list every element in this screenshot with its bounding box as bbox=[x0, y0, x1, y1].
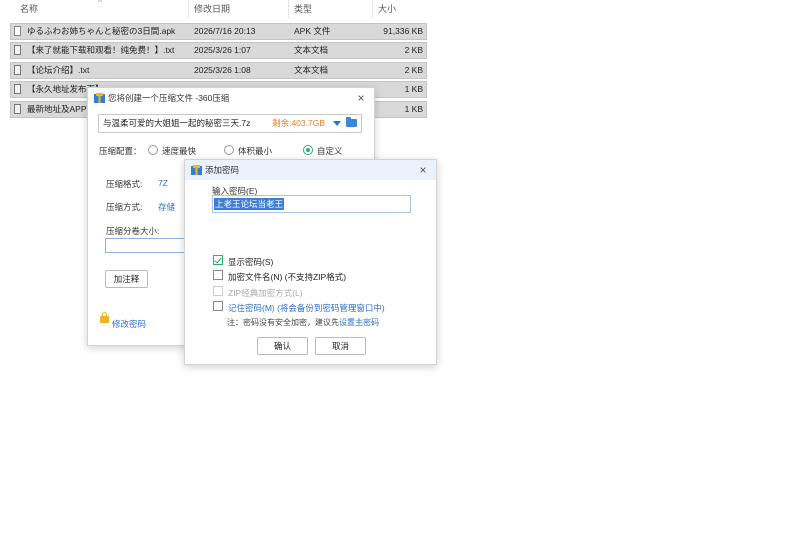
column-separator[interactable] bbox=[188, 0, 189, 18]
text-file-icon bbox=[14, 84, 21, 94]
method-value[interactable]: 存储 bbox=[158, 201, 175, 213]
password-dialog: 添加密码 × 输入密码(E) 上老王论坛当老王 显示密码(S) 加密文件名(N)… bbox=[184, 159, 437, 365]
archive-app-icon bbox=[94, 93, 105, 103]
config-label: 压缩配置： bbox=[99, 146, 142, 156]
chevron-down-icon[interactable] bbox=[333, 121, 341, 126]
encrypt-filenames-checkbox[interactable] bbox=[213, 270, 223, 280]
password-dialog-titlebar[interactable]: 添加密码 × bbox=[185, 160, 436, 180]
file-modified: 2026/7/16 20:13 bbox=[194, 26, 256, 36]
ok-button[interactable]: 确认 bbox=[257, 337, 308, 355]
file-icon bbox=[14, 26, 21, 36]
file-row[interactable]: 【论坛介绍】.txt 2025/3/26 1:08 文本文档 2 KB bbox=[10, 62, 427, 79]
file-type: APK 文件 bbox=[294, 26, 331, 36]
column-header-name[interactable]: 名称 bbox=[20, 0, 38, 18]
sort-ascending-icon: ^ bbox=[98, 0, 102, 7]
file-modified: 2025/3/26 1:07 bbox=[194, 45, 251, 55]
file-size: 91,336 KB bbox=[383, 26, 423, 36]
text-file-icon bbox=[14, 65, 21, 75]
free-space-label: 剩余:403.7GB bbox=[272, 118, 325, 128]
file-name: 【来了就能下载和观看！纯免费！】.txt bbox=[27, 45, 175, 55]
show-password-checkbox[interactable] bbox=[213, 255, 223, 265]
set-master-password-link[interactable]: 设置主密码 bbox=[339, 318, 379, 327]
split-size-input[interactable] bbox=[105, 238, 189, 253]
radio-custom[interactable] bbox=[303, 145, 313, 155]
format-label: 压缩格式: bbox=[106, 179, 143, 189]
format-value[interactable]: 7Z bbox=[158, 178, 168, 188]
option-custom-label[interactable]: 自定义 bbox=[317, 145, 343, 157]
modify-password-link[interactable]: 修改密码 bbox=[112, 318, 146, 330]
option-smallest-label[interactable]: 体积最小 bbox=[238, 145, 272, 157]
encrypt-filenames-label[interactable]: 加密文件名(N) (不支持ZIP格式) bbox=[228, 271, 346, 283]
column-header-type[interactable]: 类型 bbox=[294, 0, 312, 18]
folder-icon[interactable] bbox=[346, 117, 357, 127]
file-size: 2 KB bbox=[404, 65, 423, 75]
password-dialog-title: 添加密码 bbox=[205, 165, 240, 175]
close-icon[interactable]: × bbox=[354, 90, 368, 106]
archive-app-icon bbox=[191, 165, 202, 175]
lock-icon bbox=[100, 312, 109, 323]
archive-path-input[interactable]: 与温柔可爱的大姐姐一起的秘密三天.7z 剩余:403.7GB bbox=[98, 114, 362, 133]
password-value: 上老王论坛当老王 bbox=[214, 198, 285, 210]
column-separator[interactable] bbox=[372, 0, 373, 18]
column-separator[interactable] bbox=[288, 0, 289, 18]
compress-dialog-titlebar[interactable]: 您将创建一个压缩文件 -360压缩 × bbox=[88, 88, 374, 108]
security-note-text: 注：密码没有安全加密，建议先 bbox=[227, 318, 339, 327]
security-note: 注：密码没有安全加密，建议先设置主密码 bbox=[227, 317, 379, 328]
zip-classic-encryption-label: ZIP经典加密方式(L) bbox=[228, 288, 303, 298]
option-fastest-label[interactable]: 速度最快 bbox=[162, 145, 196, 157]
text-file-icon bbox=[14, 104, 21, 114]
column-header-modified[interactable]: 修改日期 bbox=[194, 0, 230, 18]
close-icon[interactable]: × bbox=[416, 162, 430, 178]
zip-classic-encryption-checkbox bbox=[213, 286, 223, 296]
compress-dialog-title: 您将创建一个压缩文件 -360压缩 bbox=[108, 93, 230, 103]
remember-password-label[interactable]: 记住密码(M) (将会备份到密码管理窗口中) bbox=[228, 302, 385, 314]
file-size: 1 KB bbox=[404, 84, 423, 94]
file-size: 1 KB bbox=[404, 104, 423, 114]
archive-path-value: 与温柔可爱的大姐姐一起的秘密三天.7z bbox=[103, 118, 251, 128]
file-type: 文本文档 bbox=[294, 45, 329, 55]
add-comment-button[interactable]: 加注释 bbox=[105, 270, 148, 288]
radio-fastest[interactable] bbox=[148, 145, 158, 155]
file-modified: 2025/3/26 1:08 bbox=[194, 65, 251, 75]
method-label: 压缩方式: bbox=[106, 202, 143, 212]
file-type: 文本文档 bbox=[294, 65, 329, 75]
file-name: 【论坛介绍】.txt bbox=[27, 65, 90, 75]
file-row[interactable]: ゆるふわお姉ちゃんと秘密の3日間.apk 2026/7/16 20:13 APK… bbox=[10, 23, 427, 40]
split-size-label: 压缩分卷大小: bbox=[106, 226, 160, 236]
cancel-button[interactable]: 取消 bbox=[315, 337, 366, 355]
show-password-label[interactable]: 显示密码(S) bbox=[228, 256, 273, 268]
text-file-icon bbox=[14, 45, 21, 55]
column-header-size[interactable]: 大小 bbox=[378, 0, 396, 18]
file-size: 2 KB bbox=[404, 45, 423, 55]
password-input[interactable]: 上老王论坛当老王 bbox=[212, 195, 411, 213]
file-name: ゆるふわお姉ちゃんと秘密の3日間.apk bbox=[27, 26, 176, 36]
radio-smallest[interactable] bbox=[224, 145, 234, 155]
file-row[interactable]: 【来了就能下载和观看！纯免费！】.txt 2025/3/26 1:07 文本文档… bbox=[10, 42, 427, 59]
remember-password-checkbox[interactable] bbox=[213, 301, 223, 311]
